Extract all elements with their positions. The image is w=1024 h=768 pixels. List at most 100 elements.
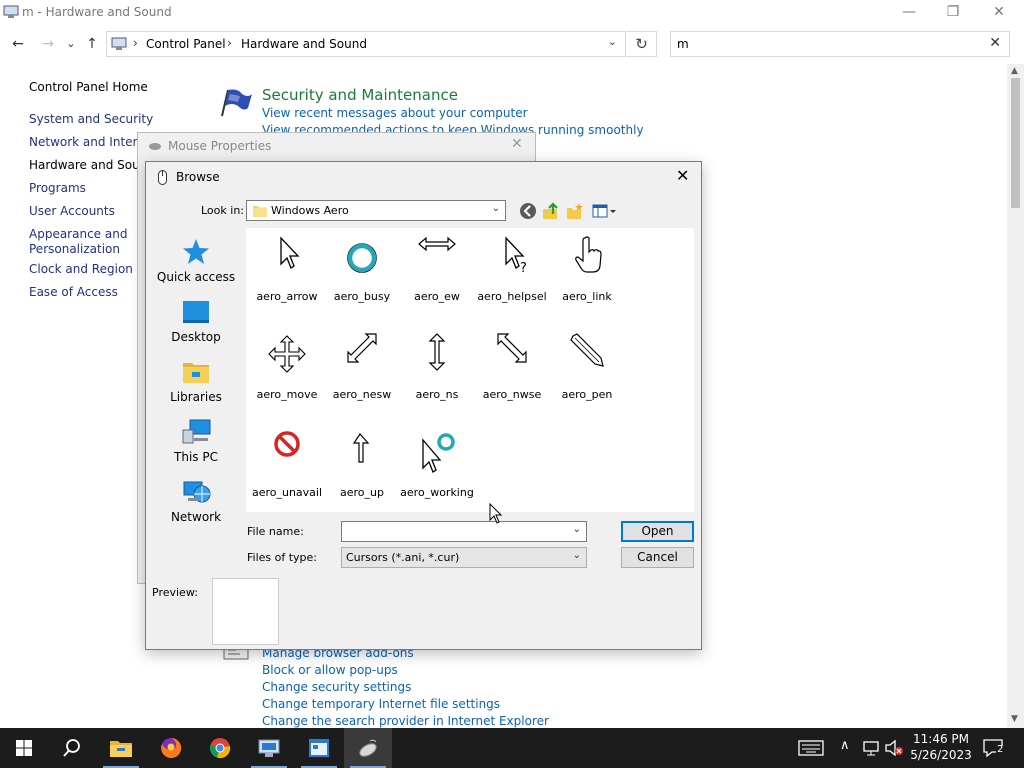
vertical-scrollbar[interactable]: ▲ ▼ xyxy=(1007,64,1024,728)
file-item-aero-unavail[interactable]: aero_unavail xyxy=(247,430,327,520)
clock[interactable]: 11:46 PM 5/26/2023 xyxy=(906,731,976,763)
volume-muted-icon[interactable] xyxy=(884,739,904,757)
file-item-aero-working[interactable]: aero_working xyxy=(397,430,477,520)
block-popups-link[interactable]: Block or allow pop-ups xyxy=(262,663,398,677)
address-bar[interactable]: › Control Panel › Hardware and Sound ⌄ xyxy=(106,31,626,57)
security-maintenance-heading[interactable]: Security and Maintenance xyxy=(262,86,458,104)
chevron-down-icon[interactable]: ⌄ xyxy=(573,524,581,535)
clear-search-icon[interactable]: ✕ xyxy=(989,35,1001,51)
address-dropdown-icon[interactable]: ⌄ xyxy=(608,35,617,48)
taskbar-file-explorer[interactable] xyxy=(97,728,145,768)
clock-date: 5/26/2023 xyxy=(910,748,972,762)
search-button[interactable] xyxy=(48,728,96,768)
file-item-aero-up[interactable]: aero_up xyxy=(322,430,402,520)
place-libraries[interactable]: Libraries xyxy=(153,356,239,404)
file-name-input[interactable]: ⌄ xyxy=(341,521,587,542)
place-network[interactable]: Network xyxy=(153,476,239,524)
file-item-aero-busy[interactable]: aero_busy xyxy=(322,234,402,324)
up-button[interactable]: ↑ xyxy=(82,34,102,54)
view-menu-icon[interactable] xyxy=(592,202,618,220)
back-folder-icon[interactable] xyxy=(519,202,537,220)
file-name-label: aero_helpsel xyxy=(477,290,547,303)
mouse-icon xyxy=(158,170,167,185)
search-input[interactable]: m ✕ xyxy=(670,31,1010,57)
scroll-down-icon[interactable]: ▼ xyxy=(1011,714,1018,724)
sidebar-item-ease-of-access[interactable]: Ease of Access xyxy=(29,285,118,300)
place-this-pc[interactable]: This PC xyxy=(153,416,239,464)
sidebar-item-clock-and-region[interactable]: Clock and Region xyxy=(29,262,133,277)
up-arrow-cursor-icon xyxy=(352,433,370,463)
sidebar-item-appearance[interactable]: Appearance and xyxy=(29,227,127,242)
file-name-label: aero_move xyxy=(256,388,318,401)
file-list[interactable]: aero_arrow aero_busy aero_ew ? aero_help… xyxy=(246,228,694,512)
start-button[interactable] xyxy=(0,728,48,768)
browse-close-button[interactable]: ✕ xyxy=(676,166,689,185)
sidebar-item-programs[interactable]: Programs xyxy=(29,181,86,196)
sidebar-item-network-and-internet[interactable]: Network and Interne xyxy=(29,135,152,150)
new-folder-icon[interactable] xyxy=(566,202,584,220)
show-hidden-icons-icon[interactable]: ∧ xyxy=(840,738,850,768)
minimize-button[interactable]: — xyxy=(886,0,932,24)
file-item-aero-link[interactable]: aero_link xyxy=(547,234,627,324)
taskbar-app-window[interactable] xyxy=(295,728,343,768)
close-button[interactable]: ✕ xyxy=(976,0,1022,24)
refresh-button[interactable]: ↻ xyxy=(627,31,657,57)
working-cursor-icon xyxy=(422,433,455,473)
file-item-aero-move[interactable]: aero_move xyxy=(247,332,327,422)
sidebar-item-personalization[interactable]: Personalization xyxy=(29,242,120,257)
chevron-down-icon[interactable]: ⌄ xyxy=(573,550,581,561)
back-button[interactable]: ← xyxy=(8,34,28,54)
window-app-icon xyxy=(309,739,329,757)
network-tray-icon[interactable] xyxy=(862,739,880,757)
scrollbar-thumb[interactable] xyxy=(1011,78,1020,208)
file-type-value: Cursors (*.ani, *.cur) xyxy=(346,551,460,564)
maximize-button[interactable]: ❐ xyxy=(930,0,976,24)
taskbar-chrome[interactable] xyxy=(196,728,244,768)
look-in-select[interactable]: Windows Aero ⌄ xyxy=(246,200,506,221)
file-item-aero-ew[interactable]: aero_ew xyxy=(397,234,477,324)
breadcrumb-control-panel[interactable]: Control Panel xyxy=(146,37,226,51)
place-label: Desktop xyxy=(171,330,221,344)
file-item-aero-helpsel[interactable]: ? aero_helpsel xyxy=(472,234,552,324)
preview-pane xyxy=(212,578,279,645)
sidebar-item-control-panel-home[interactable]: Control Panel Home xyxy=(29,80,148,95)
notifications-icon[interactable] xyxy=(982,738,1008,758)
file-item-aero-nwse[interactable]: aero_nwse xyxy=(472,332,552,422)
forward-button[interactable]: → xyxy=(38,34,58,54)
recent-locations-button[interactable]: ⌄ xyxy=(61,34,81,54)
nwse-resize-cursor-icon xyxy=(497,333,527,363)
taskbar-mouse-properties[interactable] xyxy=(344,728,392,768)
sidebar-item-user-accounts[interactable]: User Accounts xyxy=(29,204,115,219)
keyboard-tray-icon[interactable] xyxy=(798,740,824,756)
breadcrumb-hardware-and-sound[interactable]: Hardware and Sound xyxy=(241,37,367,51)
firefox-icon xyxy=(161,737,182,758)
chevron-down-icon[interactable]: ⌄ xyxy=(492,203,500,214)
change-temp-files-link[interactable]: Change temporary Internet file settings xyxy=(262,697,500,711)
file-item-aero-ns[interactable]: aero_ns xyxy=(397,332,477,422)
scroll-up-icon[interactable]: ▲ xyxy=(1011,66,1018,76)
change-security-settings-link[interactable]: Change security settings xyxy=(262,680,411,694)
mouse-properties-close-button[interactable]: ✕ xyxy=(511,136,523,152)
up-folder-icon[interactable] xyxy=(542,202,560,220)
cancel-button[interactable]: Cancel xyxy=(621,547,694,568)
file-item-aero-pen[interactable]: aero_pen xyxy=(547,332,627,422)
file-type-select[interactable]: Cursors (*.ani, *.cur) ⌄ xyxy=(341,547,587,568)
taskbar-firefox[interactable] xyxy=(147,728,195,768)
look-in-label: Look in: xyxy=(201,204,244,217)
file-name-label: aero_link xyxy=(562,290,612,303)
computer-icon xyxy=(182,419,211,444)
file-item-aero-arrow[interactable]: aero_arrow xyxy=(247,234,327,324)
breadcrumb-separator: › xyxy=(133,36,138,50)
place-quick-access[interactable]: Quick access xyxy=(153,236,239,284)
file-name-label: aero_nwse xyxy=(482,388,542,401)
change-search-provider-link[interactable]: Change the search provider in Internet E… xyxy=(262,714,549,728)
security-flag-icon xyxy=(221,89,252,117)
view-recent-messages-link[interactable]: View recent messages about your computer xyxy=(262,106,528,120)
file-item-aero-nesw[interactable]: aero_nesw xyxy=(322,332,402,422)
open-button[interactable]: Open xyxy=(621,521,694,542)
place-desktop[interactable]: Desktop xyxy=(153,296,239,344)
taskbar-control-panel[interactable] xyxy=(245,728,293,768)
link-hand-cursor-icon xyxy=(575,236,602,273)
browse-title: Browse xyxy=(176,170,220,184)
sidebar-item-system-and-security[interactable]: System and Security xyxy=(29,112,153,127)
